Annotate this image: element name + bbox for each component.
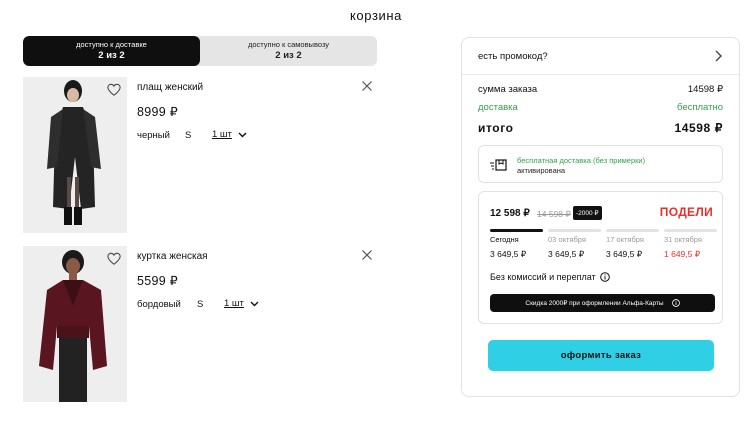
payment-amount: 3 649,5 ₽	[606, 249, 643, 259]
payment-bar	[490, 229, 543, 232]
product-color: черный	[137, 130, 170, 141]
divider	[462, 74, 739, 75]
info-icon	[671, 299, 680, 307]
quantity-value: 1 шт	[224, 298, 244, 309]
quantity-value: 1 шт	[212, 129, 232, 140]
free-delivery-text: бесплатная доставка (без примерки)	[517, 156, 646, 165]
free-delivery-status: активирована	[517, 166, 566, 175]
tab-delivery[interactable]: доступно к доставке 2 из 2	[23, 36, 200, 66]
checkout-button[interactable]: оформить заказ	[488, 340, 714, 371]
payment-date: Сегодня	[490, 235, 519, 244]
tab-delivery-count: 2 из 2	[98, 50, 125, 61]
product-image[interactable]	[23, 246, 127, 402]
product-price: 5599 ₽	[137, 274, 179, 288]
heart-icon[interactable]	[107, 83, 121, 97]
chevron-down-icon	[238, 132, 247, 137]
alfa-card-banner[interactable]: Скидка 2000₽ при оформлении Альфа-Карты	[490, 294, 715, 312]
order-summary: есть промокод? сумма заказа 14598 ₽ дост…	[461, 37, 740, 397]
tab-pickup[interactable]: доступно к самовывозу 2 из 2	[200, 36, 377, 66]
product-name[interactable]: плащ женский	[137, 82, 203, 93]
split-price: 12 598 ₽	[490, 208, 530, 219]
close-icon[interactable]	[361, 249, 373, 261]
payment-date: 03 октября	[548, 235, 586, 244]
info-icon[interactable]	[599, 272, 610, 282]
quantity-select[interactable]: 1 шт	[212, 129, 247, 140]
split-old-price: 14 598 ₽	[537, 209, 571, 219]
cart-item: куртка женская 5599 ₽ бордовый S 1 шт	[23, 246, 377, 402]
payment-bar	[606, 229, 659, 232]
product-image[interactable]	[23, 77, 127, 233]
order-sum-value: 14598 ₽	[687, 84, 723, 95]
total-label: итого	[478, 121, 514, 135]
payment-amount: 3 649,5 ₽	[490, 249, 527, 259]
payment-segment: 03 октября 3 649,5 ₽	[548, 229, 601, 260]
total-value: 14598 ₽	[674, 121, 723, 135]
alfa-card-text: Скидка 2000₽ при оформлении Альфа-Карты	[525, 300, 664, 307]
product-color: бордовый	[137, 299, 181, 310]
tab-pickup-label: доступно к самовывозу	[247, 40, 330, 49]
delivery-box-icon	[490, 159, 507, 171]
tab-pickup-count: 2 из 2	[275, 50, 302, 61]
delivery-tabs: доступно к доставке 2 из 2 доступно к са…	[23, 36, 377, 66]
order-sum-label: сумма заказа	[478, 84, 538, 95]
close-icon[interactable]	[361, 80, 373, 92]
heart-icon[interactable]	[107, 252, 121, 266]
split-note-text: Без комиссий и переплат	[490, 272, 596, 282]
promo-link[interactable]: есть промокод?	[478, 51, 548, 62]
total-row: итого 14598 ₽	[478, 121, 723, 135]
payment-date: 17 октября	[606, 235, 644, 244]
product-size: S	[185, 130, 192, 141]
payment-amount: 1 649,5 ₽	[664, 249, 701, 259]
tab-delivery-label: доступно к доставке	[76, 40, 147, 49]
product-size: S	[197, 299, 204, 310]
split-brand-logo: ПОДЕЛИ	[659, 205, 713, 219]
product-price: 8999 ₽	[137, 105, 179, 119]
product-name[interactable]: куртка женская	[137, 251, 208, 262]
delivery-row: доставка бесплатно	[478, 102, 723, 113]
delivery-label: доставка	[478, 102, 518, 113]
chevron-right-icon[interactable]	[713, 50, 723, 62]
delivery-value: бесплатно	[676, 102, 723, 113]
cart-item: плащ женский 8999 ₽ черный S 1 шт	[23, 77, 377, 233]
order-sum-row: сумма заказа 14598 ₽	[478, 84, 723, 95]
payment-schedule: Сегодня 3 649,5 ₽ 03 октября 3 649,5 ₽ 1…	[490, 229, 717, 265]
payment-segment: 17 октября 3 649,5 ₽	[606, 229, 659, 260]
free-delivery-notice: бесплатная доставка (без примерки) актив…	[478, 145, 723, 183]
split-note: Без комиссий и переплат	[490, 272, 610, 282]
split-payment-widget[interactable]: 12 598 ₽ 14 598 ₽ -2000 ₽ ПОДЕЛИ Сегодня…	[478, 191, 723, 324]
discount-badge: -2000 ₽	[573, 206, 602, 220]
payment-amount: 3 649,5 ₽	[548, 249, 585, 259]
payment-segment: 31 октября 1 649,5 ₽	[664, 229, 717, 260]
quantity-select[interactable]: 1 шт	[224, 298, 259, 309]
page-title: корзина	[350, 8, 402, 23]
payment-bar	[548, 229, 601, 232]
chevron-down-icon	[250, 301, 259, 306]
payment-segment: Сегодня 3 649,5 ₽	[490, 229, 543, 260]
payment-date: 31 октября	[664, 235, 702, 244]
payment-bar	[664, 229, 717, 232]
